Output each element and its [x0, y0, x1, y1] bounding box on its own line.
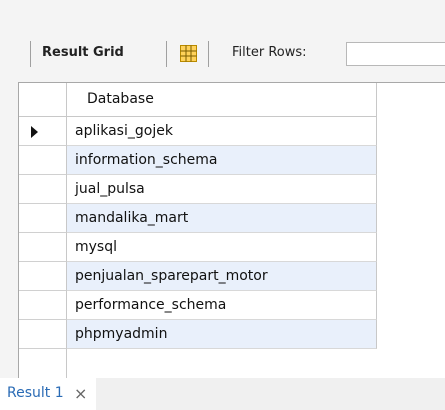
table-row[interactable]: mysql: [19, 233, 377, 262]
table-row[interactable]: jual_pulsa: [19, 175, 377, 204]
toolbar-separator: [208, 41, 209, 67]
table-row[interactable]: mandalika_mart: [19, 204, 377, 233]
cell-database[interactable]: aplikasi_gojek: [67, 117, 377, 146]
row-selector[interactable]: [19, 291, 67, 320]
tab-result-1[interactable]: Result 1 ×: [0, 378, 96, 410]
cell-database[interactable]: jual_pulsa: [67, 175, 377, 204]
filter-rows-input[interactable]: [346, 42, 445, 66]
cell-database[interactable]: performance_schema: [67, 291, 377, 320]
row-selector[interactable]: [19, 146, 67, 175]
table-row[interactable]: aplikasi_gojek: [19, 117, 377, 146]
cell-database[interactable]: mandalika_mart: [67, 204, 377, 233]
row-selector[interactable]: [19, 204, 67, 233]
cell-database[interactable]: mysql: [67, 233, 377, 262]
tab-label: Result 1: [7, 385, 64, 401]
gutter-header-cell: [19, 83, 67, 117]
result-grid-button[interactable]: Result Grid: [42, 45, 124, 60]
result-toolbar: Result Grid Filter Rows:: [0, 36, 445, 72]
cell-value: phpmyadmin: [75, 326, 168, 342]
cell-value: jual_pulsa: [75, 181, 145, 197]
toolbar-separator: [166, 41, 167, 67]
cell-value: information_schema: [75, 152, 218, 168]
column-header-database[interactable]: Database: [67, 83, 377, 117]
table-row[interactable]: information_schema: [19, 146, 377, 175]
cell-value: mysql: [75, 239, 117, 255]
filter-rows-label: Filter Rows:: [232, 45, 307, 60]
row-selector[interactable]: [19, 320, 67, 349]
close-icon[interactable]: ×: [74, 384, 87, 403]
cell-database[interactable]: information_schema: [67, 146, 377, 175]
result-grid: Database aplikasi_gojek information_sche…: [18, 82, 445, 381]
cell-value: aplikasi_gojek: [75, 123, 173, 139]
toolbar-separator: [30, 41, 31, 67]
row-selector[interactable]: [19, 175, 67, 204]
cell-value: performance_schema: [75, 297, 227, 313]
table-row[interactable]: phpmyadmin: [19, 320, 377, 349]
column-header-label: Database: [87, 91, 154, 107]
cell-database[interactable]: phpmyadmin: [67, 320, 377, 349]
result-tab-bar: Result 1 ×: [0, 378, 445, 410]
cell-value: mandalika_mart: [75, 210, 189, 226]
table-row[interactable]: performance_schema: [19, 291, 377, 320]
cell-database[interactable]: penjualan_sparepart_motor: [67, 262, 377, 291]
row-selector[interactable]: [19, 262, 67, 291]
row-selector[interactable]: [19, 233, 67, 262]
current-row-arrow-icon: [31, 126, 38, 138]
table-row[interactable]: penjualan_sparepart_motor: [19, 262, 377, 291]
cell-value: penjualan_sparepart_motor: [75, 268, 268, 284]
row-selector[interactable]: [19, 117, 67, 146]
form-grid-icon[interactable]: [180, 45, 197, 62]
